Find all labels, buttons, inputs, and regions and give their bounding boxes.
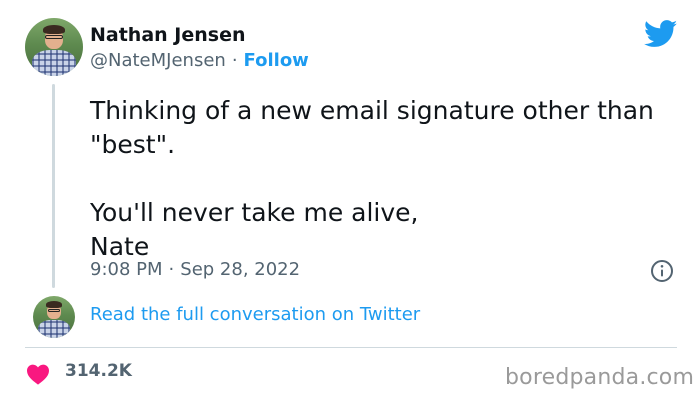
info-icon[interactable]: [650, 259, 674, 283]
tweet-line: You'll never take me alive,: [90, 198, 419, 227]
follow-button[interactable]: Follow: [244, 50, 309, 71]
tweet-line: "best".: [90, 130, 176, 159]
tweet-text: Thinking of a new email signature other …: [90, 94, 690, 264]
twitter-bird-icon[interactable]: [644, 20, 678, 48]
author-handle-row: @NateMJensen · Follow: [90, 50, 309, 71]
heart-icon[interactable]: [26, 363, 50, 385]
conversation-avatar[interactable]: [33, 296, 75, 338]
tweet-date: Sep 28, 2022: [180, 259, 301, 280]
handle-separator: ·: [231, 50, 238, 71]
tweet-timestamp[interactable]: 9:08 PM · Sep 28, 2022: [90, 259, 300, 280]
author-avatar[interactable]: [25, 18, 83, 76]
like-count: 314.2K: [65, 361, 132, 381]
tweet-time: 9:08 PM: [90, 259, 163, 280]
watermark: boredpanda.com: [505, 365, 695, 390]
avatar-hair: [46, 301, 62, 308]
author-name[interactable]: Nathan Jensen: [90, 24, 246, 46]
avatar-glasses: [47, 308, 61, 312]
avatar-hair: [42, 24, 65, 35]
avatar-shirt: [31, 50, 77, 76]
avatar-shirt: [38, 319, 70, 338]
thread-line: [52, 84, 55, 288]
divider: [25, 347, 677, 348]
timestamp-separator: ·: [168, 259, 175, 280]
author-handle[interactable]: @NateMJensen: [90, 50, 226, 71]
avatar-glasses: [45, 35, 63, 40]
tweet-line: Thinking of a new email signature other …: [90, 96, 654, 125]
read-conversation-link[interactable]: Read the full conversation on Twitter: [90, 304, 420, 325]
